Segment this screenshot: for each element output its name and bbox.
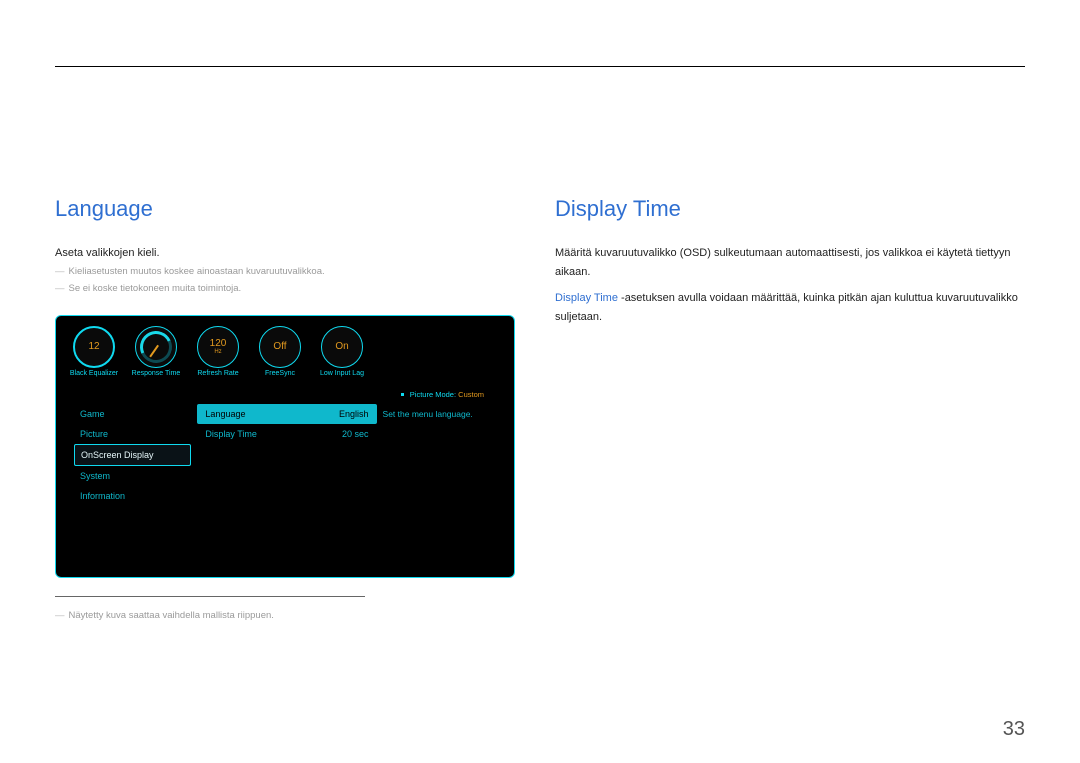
setting-row-display-time[interactable]: Display Time 20 sec [197,424,376,444]
badge-response-time: Response Time [130,326,182,377]
nav-item-information[interactable]: Information [74,486,191,506]
image-varies-footnote: ― Näytetty kuva saattaa vaihdella mallist… [55,607,525,624]
picture-mode-indicator: Picture Mode: Custom [401,390,484,399]
setting-key: Language [205,409,245,419]
osd-top-badges: 12 Black Equalizer Response Time 120 Hz … [68,326,502,377]
badge-label: Response Time [130,370,182,377]
setting-value: 20 sec [342,429,369,439]
badge-refresh-rate: 120 Hz Refresh Rate [192,326,244,377]
left-column: Language Aseta valikkojen kieli. ― Kielia… [55,196,525,624]
badge-label: Refresh Rate [192,370,244,377]
nav-item-picture[interactable]: Picture [74,424,191,444]
osd-help-text: Set the menu language. [377,404,496,506]
osd-screenshot: 12 Black Equalizer Response Time 120 Hz … [55,315,515,578]
nav-item-game[interactable]: Game [74,404,191,424]
badge-value: Off [273,341,286,352]
language-intro-text: Aseta valikkojen kieli. [55,244,525,263]
badge-black-equalizer: 12 Black Equalizer [68,326,120,377]
note-text: Kieliasetusten muutos koskee ainoastaan … [69,266,325,277]
display-time-em: Display Time [555,292,618,304]
badge-value: 120 [210,338,227,349]
language-note-1: ― Kieliasetusten muutos koskee ainoastaan… [55,263,525,280]
top-horizontal-rule [55,66,1025,67]
badge-label: FreeSync [254,370,306,377]
bullet-icon [401,393,404,396]
gauge-icon [135,326,177,368]
osd-nav: Game Picture OnScreen Display System Inf… [74,404,191,506]
display-time-para-2: Display Time -asetuksen avulla voidaan m… [555,289,1025,326]
badge-circle: 120 Hz [197,326,239,368]
setting-value: English [339,409,369,419]
badge-freesync: Off FreeSync [254,326,306,377]
badge-circle: 12 [73,326,115,368]
badge-circle: Off [259,326,301,368]
osd-settings-list: Language English Display Time 20 sec [197,404,376,506]
badge-label: Black Equalizer [68,370,120,377]
display-time-rest: -asetuksen avulla voidaan määrittää, kui… [555,292,1018,323]
page-number: 33 [1003,718,1025,741]
setting-row-language[interactable]: Language English [197,404,376,424]
nav-item-onscreen-display[interactable]: OnScreen Display [74,444,191,466]
nav-item-system[interactable]: System [74,466,191,486]
osd-body: Game Picture OnScreen Display System Inf… [74,404,496,506]
note-text: Näytetty kuva saattaa vaihdella mallista… [69,610,274,621]
badge-unit: Hz [214,349,221,355]
two-column-layout: Language Aseta valikkojen kieli. ― Kielia… [55,196,1025,624]
picture-mode-label: Picture Mode: [410,390,456,399]
note-dash-icon: ― [55,266,65,277]
badge-value: On [335,341,348,352]
picture-mode-value: Custom [458,390,484,399]
badge-value: 12 [88,341,99,352]
badge-label: Low Input Lag [316,370,368,377]
section-heading-display-time: Display Time [555,196,1025,222]
badge-circle: On [321,326,363,368]
setting-key: Display Time [205,429,257,439]
badge-low-input-lag: On Low Input Lag [316,326,368,377]
display-time-para-1: Määritä kuvaruutuvalikko (OSD) sulkeutum… [555,244,1025,281]
language-note-2: ― Se ei koske tietokoneen muita toimintoj… [55,280,525,297]
section-heading-language: Language [55,196,525,222]
right-column: Display Time Määritä kuvaruutuvalikko (O… [555,196,1025,624]
note-dash-icon: ― [55,610,65,621]
note-text: Se ei koske tietokoneen muita toimintoja… [69,283,242,294]
note-dash-icon: ― [55,283,65,294]
footnote-rule [55,596,365,597]
